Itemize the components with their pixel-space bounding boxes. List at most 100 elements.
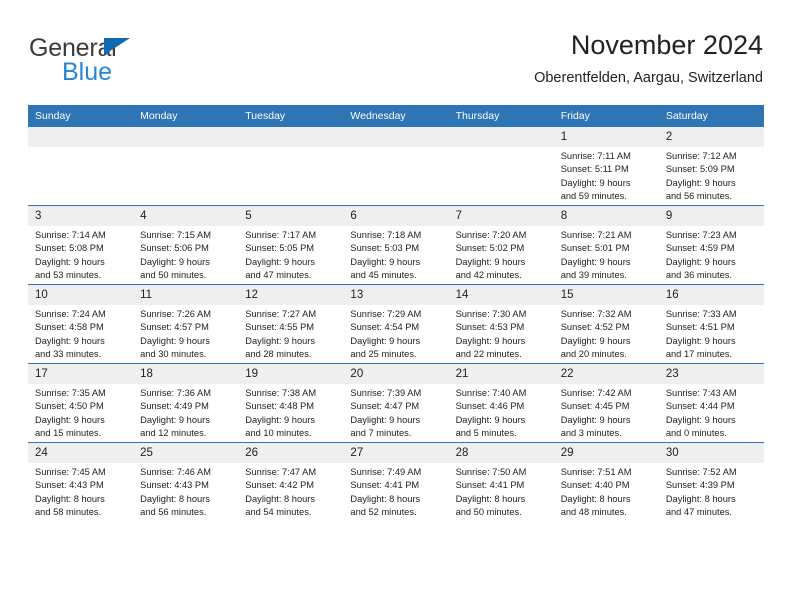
day-number: 4 (133, 206, 239, 226)
day-number (448, 127, 554, 147)
day-detail-line: Sunrise: 7:14 AM (35, 230, 106, 240)
calendar-day-cell[interactable]: 24 Sunrise: 7:45 AM Sunset: 4:43 PM Dayligh… (28, 442, 134, 521)
calendar-day-cell[interactable]: 6 Sunrise: 7:18 AM Sunset: 5:03 PM Daylight… (343, 205, 449, 285)
calendar-day-cell[interactable]: 28 Sunrise: 7:50 AM Sunset: 4:41 PM Dayligh… (448, 442, 554, 521)
calendar-day-cell[interactable]: 22 Sunrise: 7:42 AM Sunset: 4:45 PM Dayligh… (553, 363, 659, 443)
day-detail-line: Sunrise: 7:36 AM (140, 388, 211, 398)
day-detail-line: Sunrise: 7:20 AM (455, 230, 527, 240)
day-detail-line: Sunset: 4:41 PM (350, 480, 420, 491)
day-detail-line: Daylight: 9 hours (665, 177, 736, 188)
day-detail-line: Sunrise: 7:35 AM (35, 388, 106, 398)
day-detail-line: Daylight: 9 hours (35, 414, 105, 425)
day-detail-line: and 28 minutes. (245, 349, 312, 360)
calendar-day-cell[interactable]: 27 Sunrise: 7:49 AM Sunset: 4:41 PM Dayligh… (343, 442, 449, 521)
calendar-day-cell[interactable]: 17 Sunrise: 7:35 AM Sunset: 4:50 PM Dayligh… (28, 363, 134, 443)
calendar-day-cell[interactable]: 20 Sunrise: 7:39 AM Sunset: 4:47 PM Dayligh… (343, 363, 449, 443)
day-detail-line: and 5 minutes. (455, 428, 517, 439)
calendar-day-cell[interactable]: 13 Sunrise: 7:29 AM Sunset: 4:54 PM Dayligh… (343, 284, 449, 364)
calendar-day-cell[interactable]: 12 Sunrise: 7:27 AM Sunset: 4:55 PM Dayligh… (238, 284, 344, 364)
day-detail-line: Sunrise: 7:49 AM (350, 467, 422, 477)
day-number: 6 (343, 206, 449, 226)
day-number: 16 (658, 285, 764, 305)
calendar-day-cell[interactable]: 30 Sunrise: 7:52 AM Sunset: 4:39 PM Dayligh… (658, 442, 764, 521)
calendar-day-cell[interactable]: 7 Sunrise: 7:20 AM Sunset: 5:02 PM Daylight… (448, 205, 554, 285)
calendar-day-cell[interactable]: 1 Sunrise: 7:11 AM Sunset: 5:11 PM Daylight… (553, 127, 659, 206)
day-detail-line: and 3 minutes. (560, 428, 622, 439)
calendar-day-cell[interactable]: 26 Sunrise: 7:47 AM Sunset: 4:42 PM Dayligh… (238, 442, 344, 521)
day-details (343, 147, 448, 150)
day-details (133, 147, 238, 150)
calendar-day-cell[interactable]: 11 Sunrise: 7:26 AM Sunset: 4:57 PM Dayligh… (133, 284, 239, 364)
day-detail-line: Sunrise: 7:24 AM (35, 309, 106, 319)
day-detail-line: Daylight: 8 hours (560, 493, 631, 504)
calendar-day-cell[interactable]: 2 Sunrise: 7:12 AM Sunset: 5:09 PM Daylight… (658, 127, 764, 206)
day-detail-line: Daylight: 8 hours (140, 493, 210, 504)
day-detail-line: Sunset: 4:41 PM (455, 480, 525, 491)
day-details: Sunrise: 7:40 AM Sunset: 4:46 PM Daylight:… (449, 384, 554, 441)
day-detail-line: Daylight: 8 hours (665, 493, 736, 504)
day-details: Sunrise: 7:29 AM Sunset: 4:54 PM Daylight:… (343, 305, 448, 362)
general-blue-logo[interactable]: General Blue (29, 36, 269, 94)
calendar-day-cell[interactable]: 14 Sunrise: 7:30 AM Sunset: 4:53 PM Dayligh… (448, 284, 554, 364)
calendar-day-cell[interactable]: 3 Sunrise: 7:14 AM Sunset: 5:08 PM Daylight… (28, 205, 134, 285)
day-detail-line: and 59 minutes. (560, 191, 627, 202)
day-number: 13 (343, 285, 449, 305)
day-details: Sunrise: 7:26 AM Sunset: 4:57 PM Daylight:… (133, 305, 238, 362)
page-title: November 2024 (570, 30, 763, 60)
day-detail-line: and 42 minutes. (455, 270, 522, 281)
day-detail-line: Sunset: 5:11 PM (560, 164, 629, 175)
day-detail-line: and 56 minutes. (140, 507, 207, 518)
day-number: 27 (343, 443, 449, 463)
day-detail-line: Sunset: 4:58 PM (35, 322, 104, 333)
day-details: Sunrise: 7:43 AM Sunset: 4:44 PM Daylight:… (659, 384, 764, 441)
day-number: 5 (238, 206, 344, 226)
day-detail-line: and 58 minutes. (35, 507, 102, 518)
day-detail-line: Daylight: 9 hours (245, 335, 316, 346)
day-detail-line: Daylight: 9 hours (140, 414, 210, 425)
calendar-day-cell-empty (238, 127, 344, 206)
day-detail-line: and 33 minutes. (35, 349, 102, 360)
page-header: General Blue November 2024 Oberentfelden… (29, 28, 763, 98)
day-detail-line: Sunrise: 7:29 AM (350, 309, 422, 319)
calendar-day-cell[interactable]: 15 Sunrise: 7:32 AM Sunset: 4:52 PM Dayligh… (553, 284, 659, 364)
calendar-day-cell[interactable]: 16 Sunrise: 7:33 AM Sunset: 4:51 PM Dayligh… (658, 284, 764, 364)
calendar-day-cell[interactable]: 25 Sunrise: 7:46 AM Sunset: 4:43 PM Dayligh… (133, 442, 239, 521)
day-details: Sunrise: 7:21 AM Sunset: 5:01 PM Daylight:… (554, 226, 659, 283)
day-detail-line: and 7 minutes. (350, 428, 412, 439)
day-detail-line: Sunset: 4:50 PM (35, 401, 104, 412)
day-details: Sunrise: 7:15 AM Sunset: 5:06 PM Daylight:… (133, 226, 238, 283)
day-details: Sunrise: 7:30 AM Sunset: 4:53 PM Daylight:… (449, 305, 554, 362)
calendar-day-cell[interactable]: 10 Sunrise: 7:24 AM Sunset: 4:58 PM Dayligh… (28, 284, 134, 364)
calendar-day-cell[interactable]: 18 Sunrise: 7:36 AM Sunset: 4:49 PM Dayligh… (133, 363, 239, 443)
day-details: Sunrise: 7:36 AM Sunset: 4:49 PM Daylight:… (133, 384, 238, 441)
day-detail-line: and 53 minutes. (35, 270, 102, 281)
day-details: Sunrise: 7:42 AM Sunset: 4:45 PM Daylight:… (554, 384, 659, 441)
calendar-day-cell[interactable]: 23 Sunrise: 7:43 AM Sunset: 4:44 PM Dayligh… (658, 363, 764, 443)
day-detail-line: and 48 minutes. (560, 507, 627, 518)
day-detail-line: and 22 minutes. (455, 349, 522, 360)
day-number: 19 (238, 364, 344, 384)
day-detail-line: Sunrise: 7:47 AM (245, 467, 317, 477)
weekday-header-wednesday: Wednesday (343, 105, 449, 127)
calendar-day-cell[interactable]: 9 Sunrise: 7:23 AM Sunset: 4:59 PM Daylight… (658, 205, 764, 285)
calendar-day-cell[interactable]: 29 Sunrise: 7:51 AM Sunset: 4:40 PM Dayligh… (553, 442, 659, 521)
calendar-day-cell[interactable]: 8 Sunrise: 7:21 AM Sunset: 5:01 PM Daylight… (553, 205, 659, 285)
day-details: Sunrise: 7:38 AM Sunset: 4:48 PM Daylight:… (238, 384, 343, 441)
day-number: 20 (343, 364, 449, 384)
day-number: 28 (448, 443, 554, 463)
day-detail-line: Daylight: 9 hours (350, 335, 421, 346)
day-detail-line: Daylight: 9 hours (560, 256, 631, 267)
calendar-header-row: Sunday Monday Tuesday Wednesday Thursday Frid… (28, 105, 764, 127)
calendar-day-cell[interactable]: 21 Sunrise: 7:40 AM Sunset: 4:46 PM Dayligh… (448, 363, 554, 443)
day-details: Sunrise: 7:33 AM Sunset: 4:51 PM Daylight:… (659, 305, 764, 362)
day-number: 14 (448, 285, 554, 305)
day-detail-line: Sunrise: 7:51 AM (560, 467, 632, 477)
calendar-day-cell[interactable]: 19 Sunrise: 7:38 AM Sunset: 4:48 PM Dayligh… (238, 363, 344, 443)
calendar-day-cell[interactable]: 5 Sunrise: 7:17 AM Sunset: 5:05 PM Daylight… (238, 205, 344, 285)
weekday-header-saturday: Saturday (658, 105, 764, 127)
day-detail-line: Sunrise: 7:27 AM (245, 309, 317, 319)
calendar-day-cell[interactable]: 4 Sunrise: 7:15 AM Sunset: 5:06 PM Daylight… (133, 205, 239, 285)
day-detail-line: Daylight: 9 hours (560, 177, 631, 188)
day-details: Sunrise: 7:32 AM Sunset: 4:52 PM Daylight:… (554, 305, 659, 362)
day-number: 18 (133, 364, 239, 384)
